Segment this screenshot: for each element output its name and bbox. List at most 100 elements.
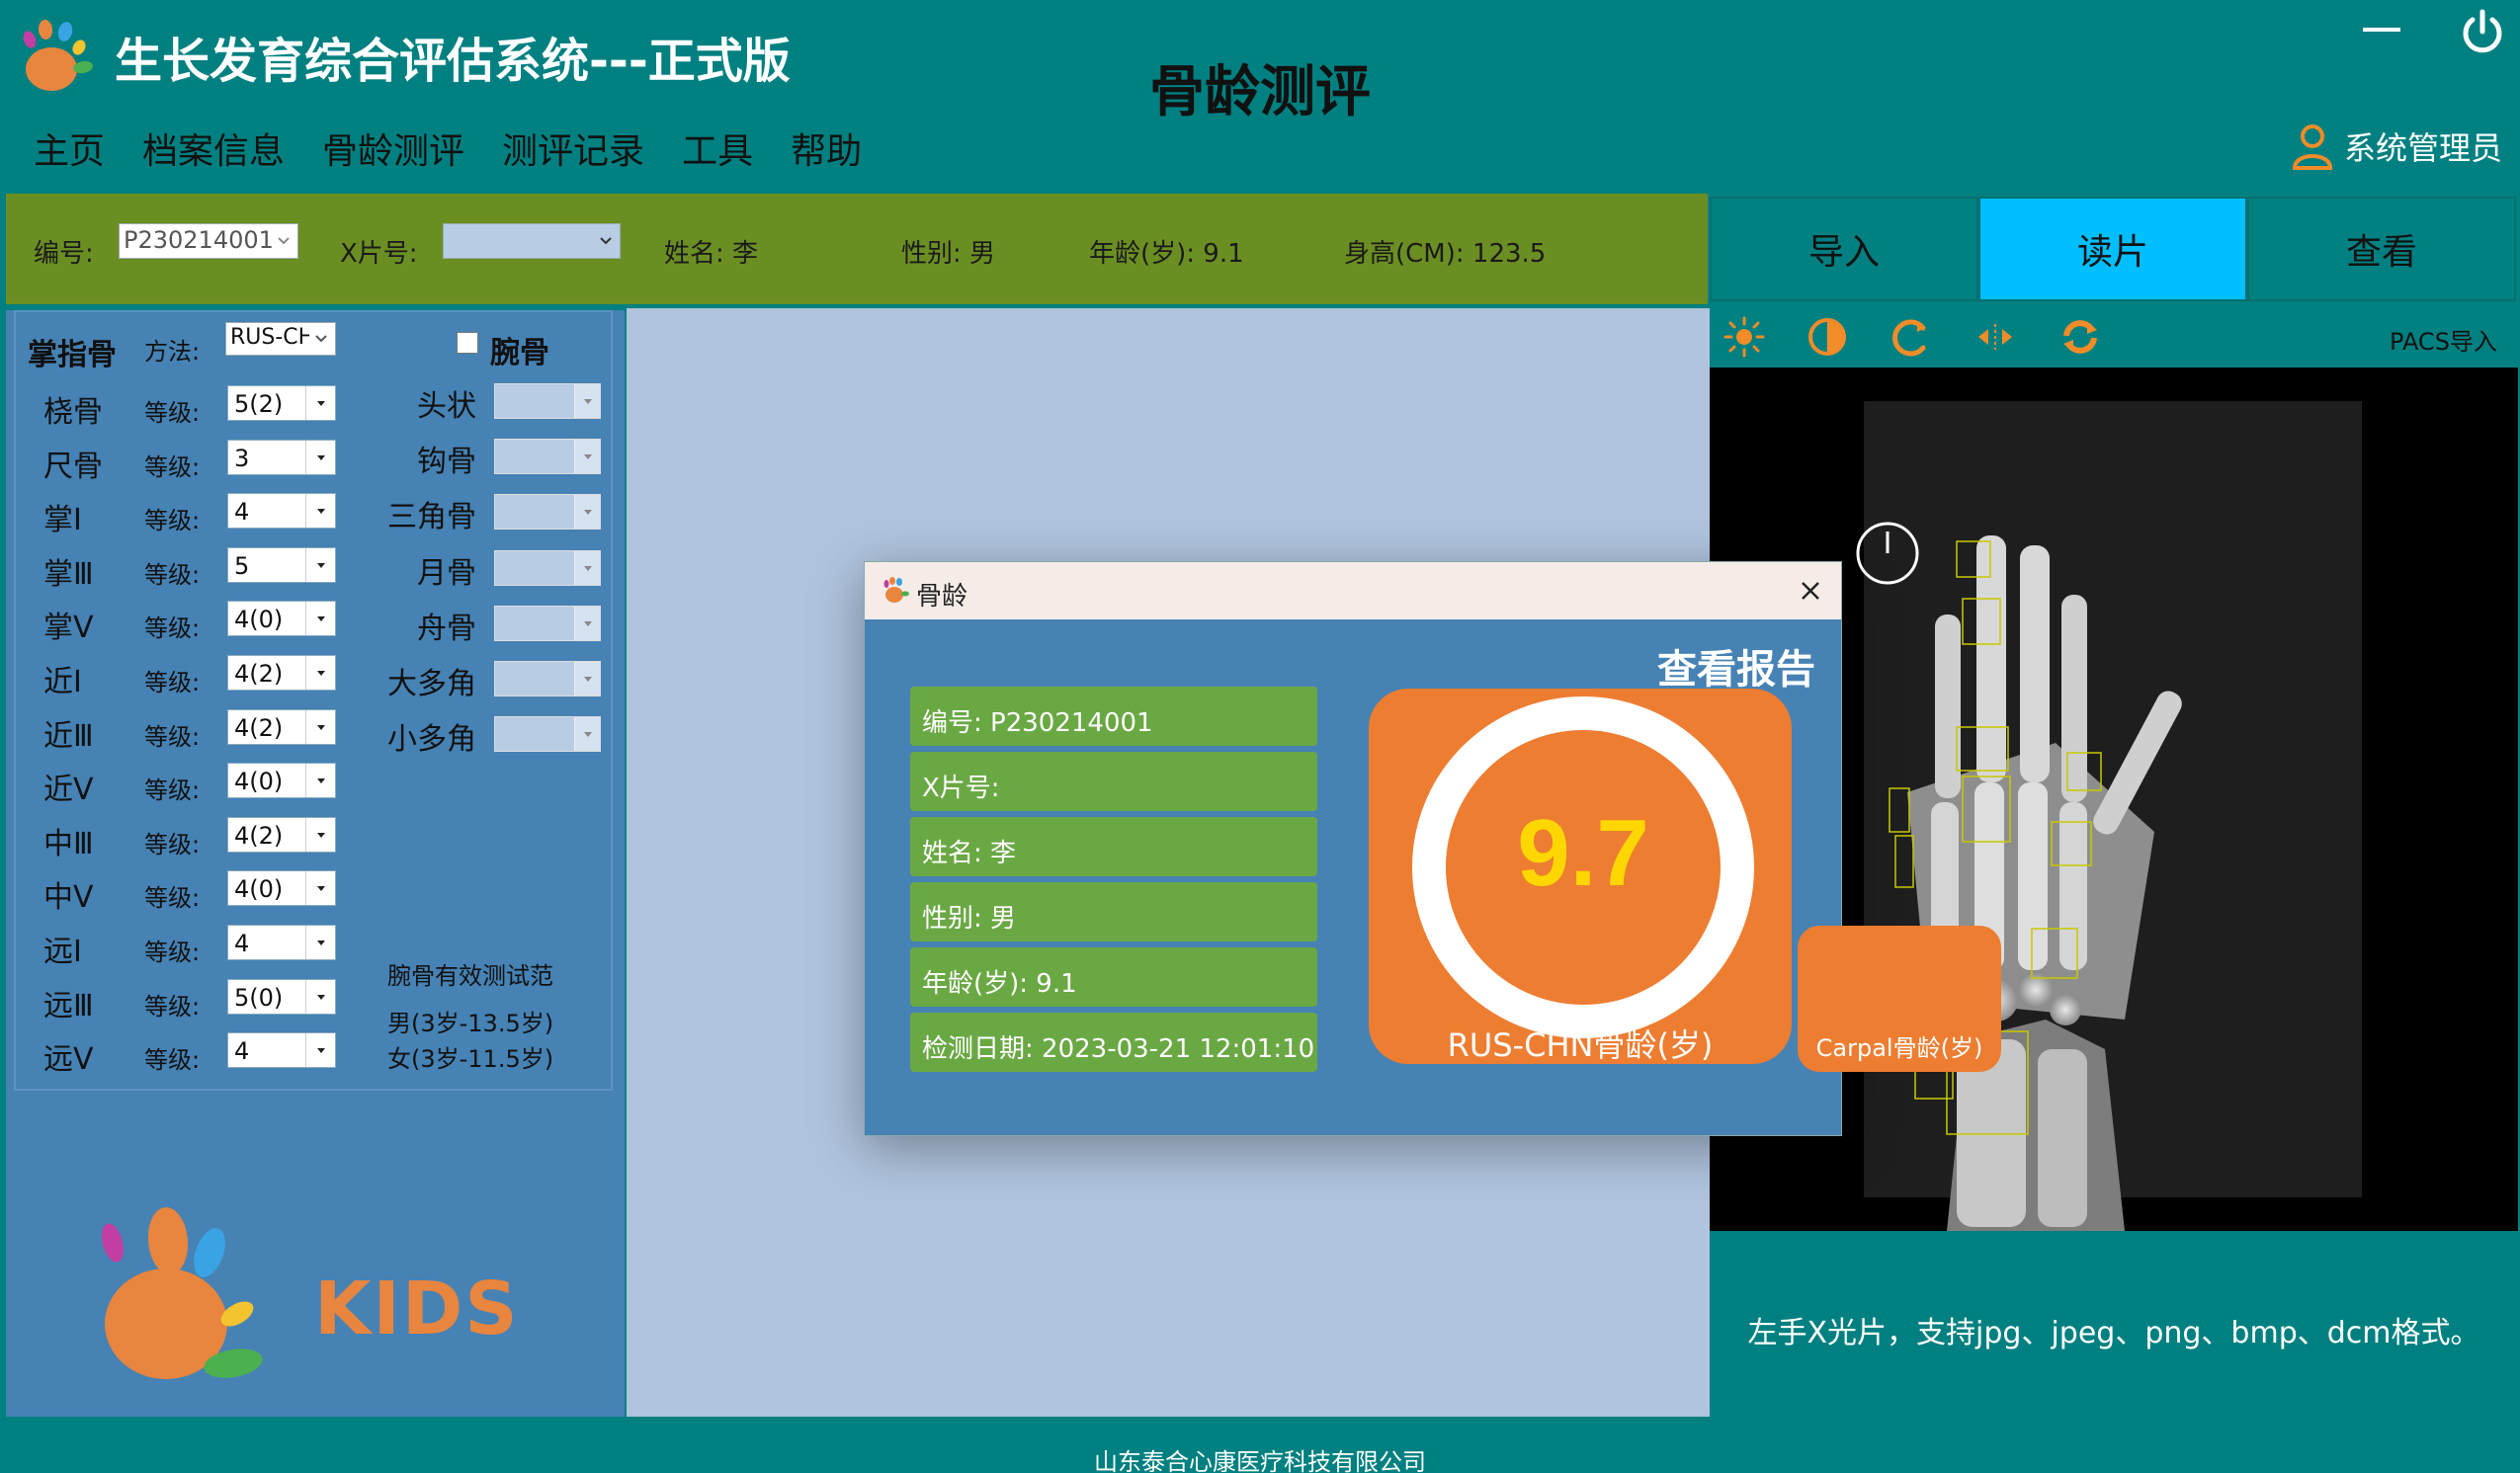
dialog-titlebar — [865, 562, 1841, 619]
dropdown-arrow-icon[interactable] — [305, 979, 335, 1014]
method-value: RUS-CH — [230, 325, 309, 350]
dropdown-arrow-icon[interactable] — [305, 386, 335, 420]
menu-item-home[interactable]: 主页 — [34, 123, 105, 174]
dropdown-arrow-icon[interactable] — [305, 871, 335, 906]
dropdown-arrow-icon[interactable] — [305, 494, 335, 529]
pacs-import-button[interactable]: PACS导入 — [2390, 322, 2497, 357]
user-account[interactable]: 系统管理员 — [2291, 123, 2502, 170]
grade-value: 5(0) — [234, 983, 284, 1012]
bone-name: 近Ⅲ — [43, 718, 94, 754]
user-icon — [2292, 124, 2333, 170]
metacarpal-title: 掌指骨 — [28, 338, 117, 372]
grade-label: 等级: — [144, 992, 201, 1021]
dialog-row-text: 年龄(岁): 9.1 — [922, 969, 1077, 999]
dialog-row-text: 编号: P230214001 — [922, 708, 1153, 738]
carpal-bone-name: 钩骨 — [417, 445, 476, 480]
close-icon[interactable] — [1794, 574, 1827, 608]
dialog-row-id: 编号: P230214001 — [910, 687, 1317, 746]
grade-select[interactable]: 4(2) — [227, 816, 336, 853]
dropdown-arrow-icon[interactable] — [574, 550, 600, 585]
grade-select[interactable]: 5(2) — [227, 385, 336, 421]
read-film-button[interactable]: 读片 — [1978, 197, 2247, 301]
grade-select[interactable]: 4(0) — [227, 601, 336, 637]
kids-paw-logo-icon — [102, 1207, 263, 1379]
reset-icon[interactable] — [2058, 314, 2103, 360]
carpal-checkbox[interactable] — [457, 332, 478, 354]
dropdown-arrow-icon[interactable] — [305, 656, 335, 690]
user-name: 系统管理员 — [2344, 129, 2503, 167]
view-button[interactable]: 查看 — [2247, 197, 2516, 301]
grade-value: 4(2) — [234, 660, 284, 688]
grade-select[interactable]: 4(0) — [227, 870, 336, 907]
dropdown-arrow-icon[interactable] — [574, 717, 600, 752]
dialog-row-age: 年龄(岁): 9.1 — [910, 947, 1317, 1007]
bone-name: 中Ⅲ — [43, 826, 94, 861]
dropdown-arrow-icon[interactable] — [305, 926, 335, 959]
dropdown-arrow-icon[interactable] — [574, 662, 600, 696]
dropdown-arrow-icon[interactable] — [305, 440, 335, 474]
xray-combobox[interactable] — [443, 223, 621, 259]
contrast-icon[interactable] — [1805, 314, 1850, 360]
carpal-grade-select[interactable] — [494, 383, 601, 419]
menu-item-bone-age[interactable]: 骨龄测评 — [322, 123, 464, 174]
id-combobox[interactable]: P230214001 — [119, 223, 298, 259]
chevron-down-icon — [315, 335, 327, 343]
dropdown-arrow-icon[interactable] — [305, 547, 335, 582]
rotate-icon[interactable] — [1888, 314, 1933, 360]
brightness-icon[interactable] — [1722, 314, 1767, 360]
view-report-button[interactable]: 查看报告 — [1657, 637, 1815, 695]
carpal-bone-name: 头状 — [417, 389, 476, 424]
id-label: 编号: — [34, 239, 94, 269]
bone-name: 桡骨 — [43, 395, 103, 430]
grade-select[interactable]: 5(0) — [227, 978, 336, 1015]
carpal-grade-select[interactable] — [494, 439, 601, 475]
carpal-grade-select[interactable] — [494, 494, 601, 531]
grade-select[interactable]: 4(2) — [227, 708, 336, 745]
grade-select[interactable]: 4(0) — [227, 763, 336, 799]
menu-item-tools[interactable]: 工具 — [682, 123, 753, 174]
dropdown-arrow-icon[interactable] — [305, 764, 335, 798]
flip-horizontal-icon[interactable] — [1973, 314, 2018, 360]
dropdown-arrow-icon[interactable] — [574, 495, 600, 530]
dropdown-arrow-icon[interactable] — [305, 602, 335, 636]
grade-value: 5 — [234, 551, 250, 580]
grade-value: 3 — [234, 444, 250, 472]
height-field: 身高(CM): 123.5 — [1344, 239, 1547, 269]
grade-select[interactable]: 4 — [227, 493, 336, 530]
dialog-row-text: 检测日期: 2023-03-21 12:01:10 — [922, 1034, 1315, 1064]
menu-item-help[interactable]: 帮助 — [791, 123, 862, 174]
dropdown-arrow-icon[interactable] — [305, 709, 335, 744]
carpal-bone — [2050, 994, 2081, 1025]
id-value: P230214001 — [124, 226, 274, 254]
carpal-grade-select[interactable] — [494, 549, 601, 586]
carpal-grade-select[interactable] — [494, 661, 601, 696]
dropdown-arrow-icon[interactable] — [305, 817, 335, 852]
menu-item-history[interactable]: 测评记录 — [502, 123, 644, 174]
minimize-button[interactable] — [2357, 10, 2406, 49]
grade-value: 4 — [234, 930, 250, 957]
carpal-title: 腕骨 — [490, 336, 549, 370]
carpal-bone-name: 月骨 — [417, 555, 476, 591]
grade-select[interactable]: 4 — [227, 925, 336, 960]
grade-select[interactable]: 5 — [227, 546, 336, 583]
grade-select[interactable]: 3 — [227, 439, 336, 475]
power-icon[interactable] — [2457, 8, 2508, 59]
paw-icon — [883, 577, 909, 603]
menu-item-records-info[interactable]: 档案信息 — [142, 123, 285, 174]
grade-select[interactable]: 4(2) — [227, 655, 336, 691]
grade-select[interactable]: 4 — [227, 1032, 336, 1069]
age-field: 年龄(岁): 9.1 — [1089, 239, 1244, 269]
dropdown-arrow-icon[interactable] — [574, 606, 600, 640]
import-button[interactable]: 导入 — [1710, 197, 1978, 301]
dropdown-arrow-icon[interactable] — [574, 384, 600, 418]
dropdown-arrow-icon[interactable] — [574, 440, 600, 474]
method-select[interactable]: RUS-CH — [225, 322, 336, 356]
dialog-title: 骨龄 — [916, 582, 968, 612]
carpal-grade-select[interactable] — [494, 605, 601, 641]
name-field: 姓名: 李 — [664, 239, 759, 269]
carpal-grade-select[interactable] — [494, 716, 601, 753]
chevron-down-icon — [278, 237, 290, 245]
carpal-score-label: Carpal骨龄(岁) — [1815, 1034, 1983, 1062]
dropdown-arrow-icon[interactable] — [305, 1033, 335, 1068]
grade-label: 等级: — [144, 884, 201, 913]
